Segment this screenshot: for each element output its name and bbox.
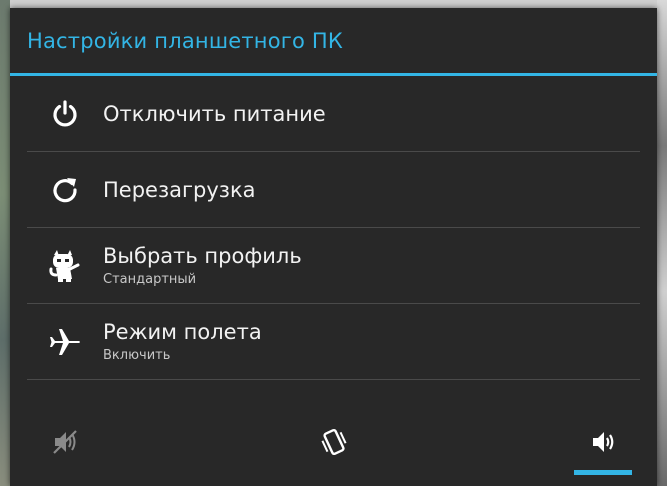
menu-item-text: Перезагрузка (103, 177, 256, 203)
vibrate-mode-button[interactable] (304, 414, 364, 474)
wallpaper-top (0, 0, 667, 8)
sound-mode-button[interactable] (574, 414, 634, 474)
silent-icon (50, 427, 80, 461)
airplane-icon (45, 322, 85, 362)
screen: Настройки планшетного ПК Отключить питан… (0, 0, 667, 486)
menu-item-text: Отключить питание (103, 101, 326, 127)
menu-item-text: Режим полета Включить (103, 319, 262, 365)
profile-mascot-icon (45, 246, 85, 286)
menu-item-power-off[interactable]: Отключить питание (10, 76, 657, 152)
dialog-title: Настройки планшетного ПК (27, 28, 344, 53)
menu-item-label: Отключить питание (103, 102, 326, 126)
sound-mode-selected-indicator (574, 470, 632, 475)
reboot-icon (45, 170, 85, 210)
vibrate-icon (318, 426, 350, 462)
tablet-options-dialog: Настройки планшетного ПК Отключить питан… (10, 8, 657, 486)
silent-mode-button[interactable] (35, 414, 95, 474)
power-icon (45, 94, 85, 134)
menu-item-label: Перезагрузка (103, 178, 256, 202)
menu-item-sublabel: Включить (103, 348, 171, 363)
menu-item-reboot[interactable]: Перезагрузка (10, 152, 657, 228)
menu-item-sublabel: Стандартный (103, 272, 197, 287)
wallpaper-left (0, 0, 10, 486)
menu-item-text: Выбрать профиль Стандартный (103, 243, 302, 289)
menu-item-label: Выбрать профиль (103, 244, 302, 268)
sound-mode-bar (10, 400, 657, 486)
speaker-icon (589, 427, 619, 461)
wallpaper-right (657, 0, 667, 486)
menu-item-airplane-mode[interactable]: Режим полета Включить (10, 304, 657, 380)
dialog-header: Настройки планшетного ПК (10, 8, 657, 76)
menu-item-choose-profile[interactable]: Выбрать профиль Стандартный (10, 228, 657, 304)
options-menu: Отключить питание Перезагрузка Выбрать п… (10, 76, 657, 380)
menu-item-label: Режим полета (103, 320, 262, 344)
